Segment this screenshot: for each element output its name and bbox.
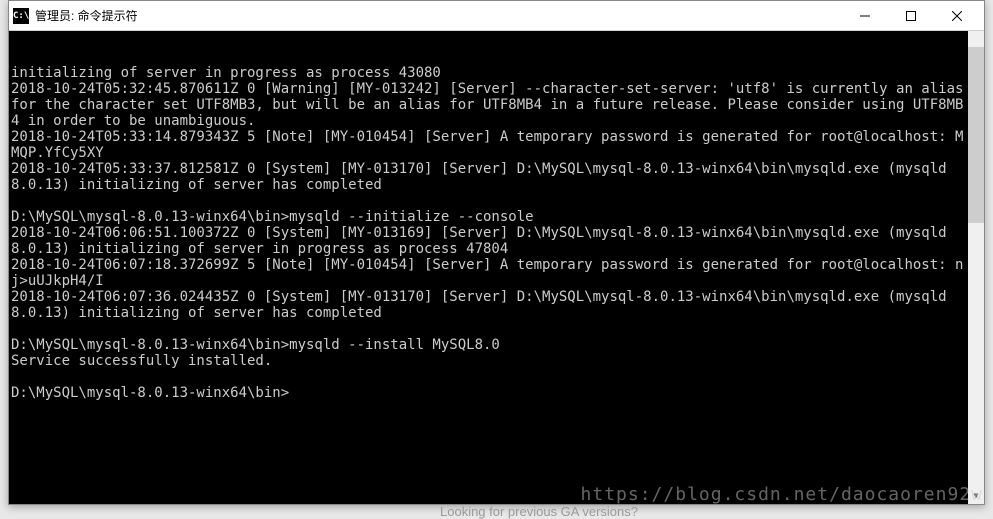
maximize-button[interactable] [888,1,934,30]
close-icon [952,11,962,21]
scrollbar-thumb[interactable] [968,47,984,223]
cmd-window: C:\ 管理员: 命令提示符 initializing of server in… [8,0,985,505]
background-page-text: Looking for previous GA versions? [440,504,638,519]
close-button[interactable] [934,1,980,30]
minimize-button[interactable] [842,1,888,30]
cmd-icon: C:\ [13,8,29,24]
window-controls [842,1,980,30]
maximize-icon [906,11,916,21]
minimize-icon [860,11,870,21]
scrollbar[interactable]: ▲ ▼ [968,31,984,504]
window-title: 管理员: 命令提示符 [35,7,842,24]
scrollbar-track[interactable] [968,47,984,488]
titlebar[interactable]: C:\ 管理员: 命令提示符 [9,1,984,31]
scroll-down-arrow[interactable]: ▼ [968,488,984,504]
console-output[interactable]: initializing of server in progress as pr… [9,31,984,504]
